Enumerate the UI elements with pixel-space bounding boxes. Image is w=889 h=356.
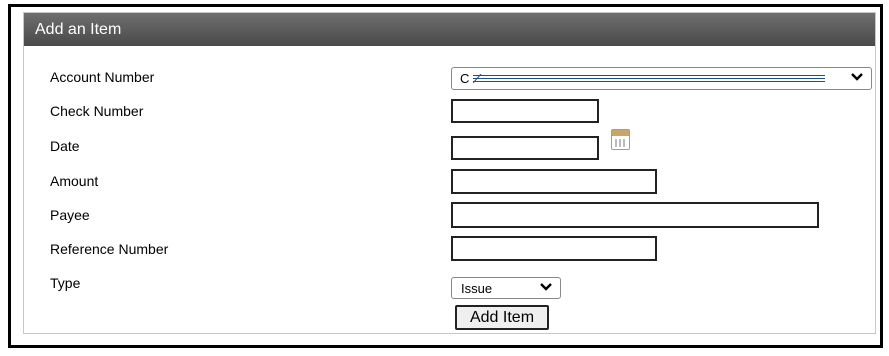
panel-title: Add an Item — [24, 13, 875, 46]
reference-number-label: Reference Number — [50, 241, 169, 257]
date-label: Date — [50, 138, 80, 154]
chevron-down-icon — [540, 280, 552, 297]
account-number-label: Account Number — [50, 69, 155, 85]
calendar-icon-top — [612, 130, 629, 136]
payee-label: Payee — [50, 207, 90, 223]
check-number-input[interactable] — [451, 99, 599, 123]
check-number-label: Check Number — [50, 103, 144, 119]
amount-label: Amount — [50, 173, 99, 189]
type-label: Type — [50, 275, 81, 291]
type-value: Issue — [461, 281, 493, 296]
account-number-value: C — [460, 71, 470, 86]
calendar-icon-grid — [615, 139, 626, 147]
chevron-down-icon — [851, 70, 863, 87]
calendar-icon[interactable] — [611, 129, 630, 150]
amount-input[interactable] — [451, 169, 657, 194]
payee-input[interactable] — [451, 202, 819, 228]
masked-account-lines — [473, 74, 825, 83]
account-number-select[interactable]: C — [451, 67, 872, 90]
add-item-panel: Add an Item Account Number C Check Numbe… — [23, 12, 876, 334]
date-input[interactable] — [451, 136, 599, 160]
add-item-button[interactable]: Add Item — [455, 305, 549, 330]
reference-number-input[interactable] — [451, 236, 657, 261]
type-select[interactable]: Issue — [451, 277, 561, 299]
